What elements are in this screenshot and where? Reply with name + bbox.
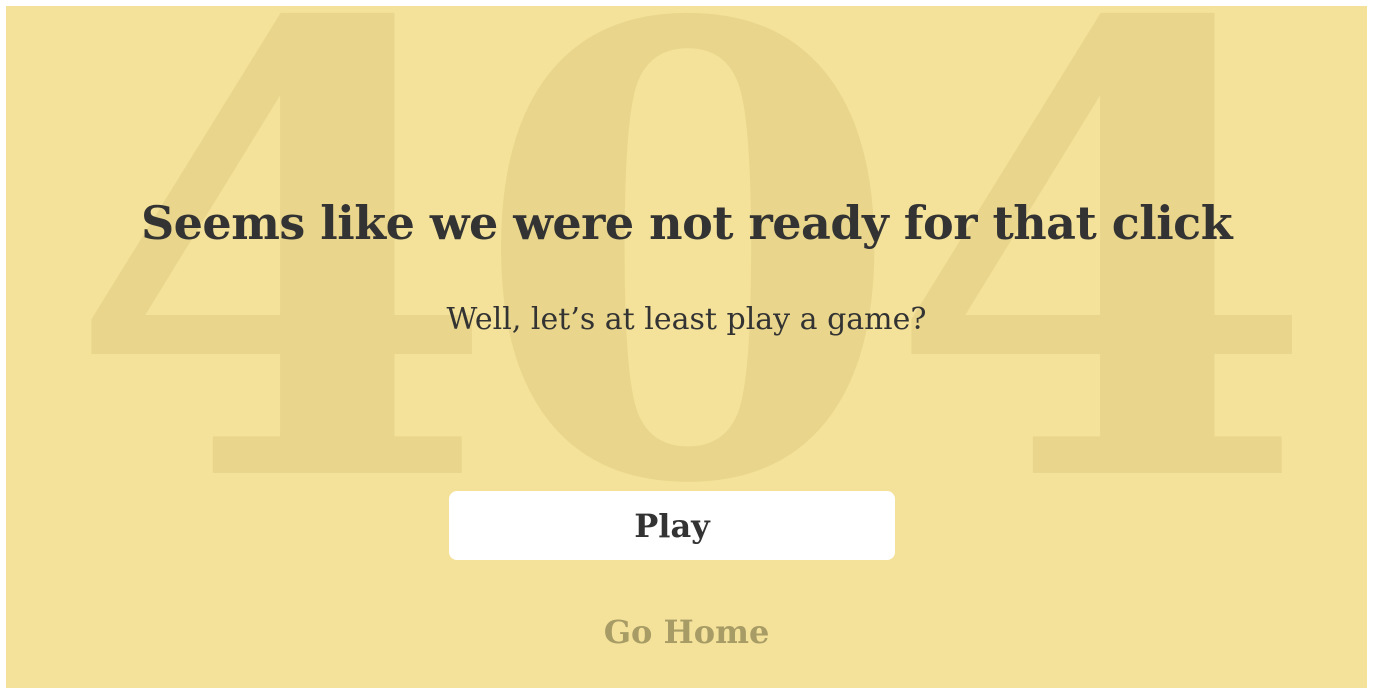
page-subtitle: Well, let’s at least play a game? [446, 302, 927, 337]
page-title: Seems like we were not ready for that cl… [140, 196, 1233, 250]
go-home-link[interactable]: Go Home [604, 613, 770, 651]
play-button[interactable]: Play [449, 491, 895, 560]
go-home-link-row: Go Home [6, 613, 1367, 651]
background-digit: 4 [886, 6, 1318, 620]
error-page: 4 0 4 Seems like we were not ready for t… [6, 6, 1367, 688]
background-404: 4 0 4 [6, 6, 1367, 688]
background-digit: 0 [472, 6, 904, 620]
background-digit: 4 [66, 6, 498, 620]
